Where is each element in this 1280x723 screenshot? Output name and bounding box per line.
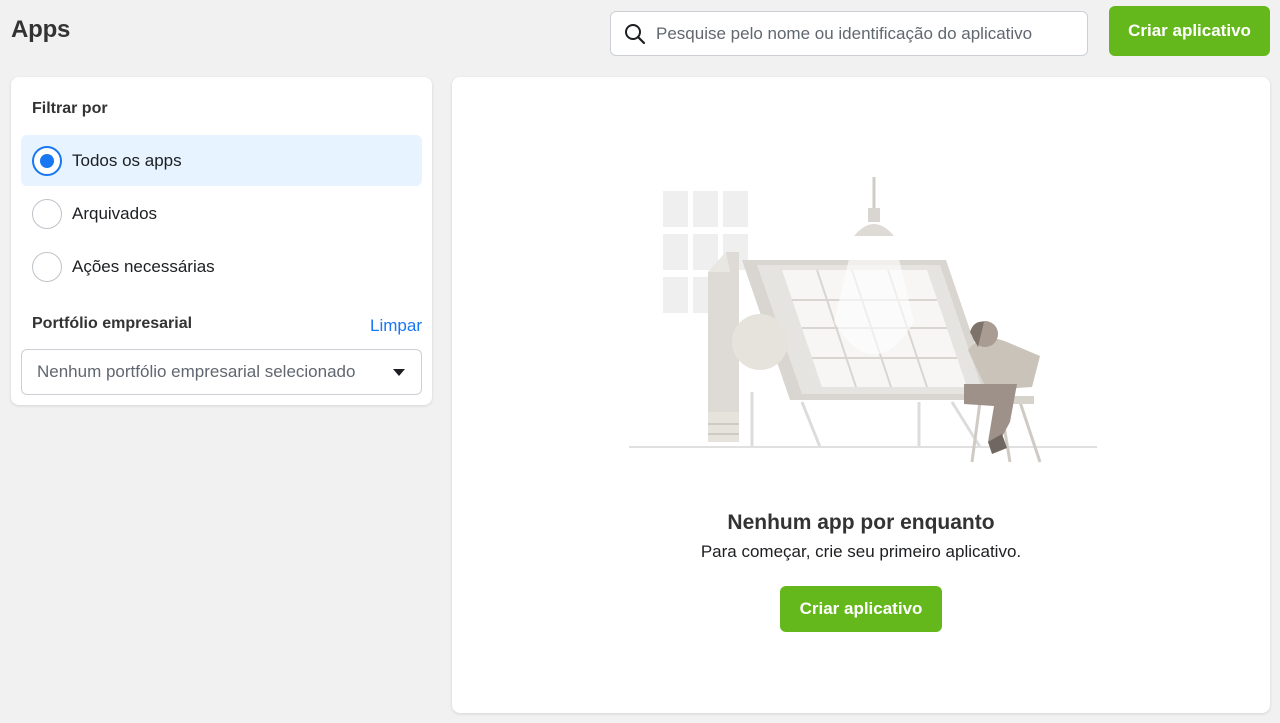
empty-state-illustration bbox=[629, 177, 1097, 463]
apps-page: Apps Criar aplicativo Filtrar por Todos … bbox=[0, 0, 1280, 723]
portfolio-dropdown[interactable]: Nenhum portfólio empresarial selecionado bbox=[21, 349, 422, 395]
filter-panel: Filtrar por Todos os apps Arquivados Açõ… bbox=[11, 77, 432, 405]
page-title: Apps bbox=[11, 16, 71, 43]
clear-portfolio-link[interactable]: Limpar bbox=[370, 316, 422, 336]
filter-option-label: Ações necessárias bbox=[72, 256, 215, 276]
radio-button[interactable] bbox=[32, 251, 62, 282]
apps-content-panel: Nenhum app por enquanto Para começar, cr… bbox=[452, 77, 1270, 713]
portfolio-selected-value: Nenhum portfólio empresarial selecionado bbox=[37, 362, 356, 381]
search-icon bbox=[624, 23, 646, 45]
filter-option-all-apps[interactable]: Todos os apps bbox=[21, 135, 422, 186]
search-input[interactable] bbox=[656, 12, 1087, 55]
portfolio-label: Portfólio empresarial bbox=[32, 315, 193, 332]
filter-title: Filtrar por bbox=[32, 100, 108, 117]
create-app-button-main[interactable]: Criar aplicativo bbox=[780, 586, 942, 632]
filter-option-actions-needed[interactable]: Ações necessárias bbox=[21, 241, 422, 292]
radio-button-checked[interactable] bbox=[32, 145, 62, 176]
create-app-button[interactable]: Criar aplicativo bbox=[1109, 6, 1270, 56]
empty-state-title: Nenhum app por enquanto bbox=[727, 511, 995, 534]
caret-down-icon bbox=[393, 368, 405, 376]
filter-option-label: Todos os apps bbox=[72, 150, 182, 170]
radio-button[interactable] bbox=[32, 198, 62, 229]
empty-state-subtitle: Para começar, crie seu primeiro aplicati… bbox=[700, 542, 1022, 561]
filter-option-label: Arquivados bbox=[72, 203, 158, 223]
search-box[interactable] bbox=[610, 11, 1088, 56]
filter-option-archived[interactable]: Arquivados bbox=[21, 188, 422, 239]
